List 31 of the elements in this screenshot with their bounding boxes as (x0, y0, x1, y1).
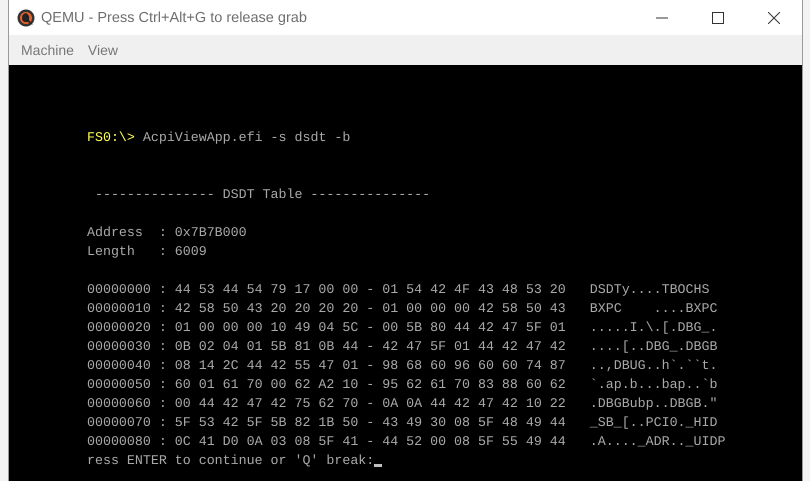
ascii-text: ....[..DBG_.DBGB (590, 338, 718, 356)
hex-bytes: 00000040 : 08 14 2C 44 42 55 47 01 - 98 68 60 96 60 60 74 87 (87, 357, 566, 375)
app-logo-icon (17, 8, 35, 26)
hex-bytes: 00000060 : 00 44 42 47 42 75 62 70 - 0A 0A 44 42 47 42 10 22 (87, 395, 566, 413)
console-text: --------------- DSDT Table --------------- (94, 186, 430, 204)
text-cursor (374, 464, 382, 467)
menu-item[interactable]: View (82, 39, 124, 61)
close-icon (768, 12, 780, 24)
hex-bytes: 00000030 : 0B 02 04 01 5B 81 0B 44 - 42 47 5F 01 44 42 47 42 (87, 338, 566, 356)
console-text: Address : 0x7B7B000 (87, 224, 247, 242)
command-text: AcpiViewApp.efi -s dsdt -b (142, 129, 350, 147)
hex-bytes: 00000020 : 01 00 00 00 10 49 04 5C - 00 5B 80 44 42 47 5F 01 (87, 319, 566, 337)
hex-bytes: 00000010 : 42 58 50 43 20 20 20 20 - 01 00 00 00 42 58 50 43 (87, 300, 566, 318)
hex-bytes: 00000080 : 0C 41 D0 0A 03 08 5F 41 - 44 52 00 08 5F 55 49 44 (87, 433, 566, 451)
ascii-text: BXPC ....BXPC (590, 300, 718, 318)
ascii-text: `.ap.b...bap..`b (590, 376, 718, 394)
ascii-text: DSDTy....TBOCHS (590, 281, 710, 299)
ascii-text: .DBGBubp..DBGB." (590, 395, 718, 413)
ascii-text: .A...._ADR.._UIDP (590, 433, 726, 451)
ascii-text: .....I.\.[.DBG_. (590, 319, 718, 337)
ascii-text: _SB_[..PCI0._HID (590, 414, 718, 432)
hex-bytes: 00000000 : 44 53 44 54 79 17 00 00 - 01 54 42 4F 43 48 53 20 (87, 281, 566, 299)
hex-bytes: 00000070 : 5F 53 42 5F 5B 82 1B 50 - 43 49 30 08 5F 48 49 44 (87, 414, 566, 432)
ascii-text: ..,DBUG..h`.``t. (590, 357, 718, 375)
hex-bytes: 00000050 : 60 01 61 70 00 62 A2 10 - 95 62 61 70 83 88 60 62 (87, 376, 566, 394)
menu-item[interactable]: Machine (15, 39, 80, 61)
window-title: QEMU - Press Ctrl+Alt+G to release grab (41, 10, 308, 26)
console-prompt-text: ress ENTER to continue or 'Q' break: (87, 452, 374, 470)
console-text: Length : 6009 (87, 243, 207, 261)
prompt: FS0:\> (87, 129, 135, 147)
maximize-icon (712, 12, 724, 24)
